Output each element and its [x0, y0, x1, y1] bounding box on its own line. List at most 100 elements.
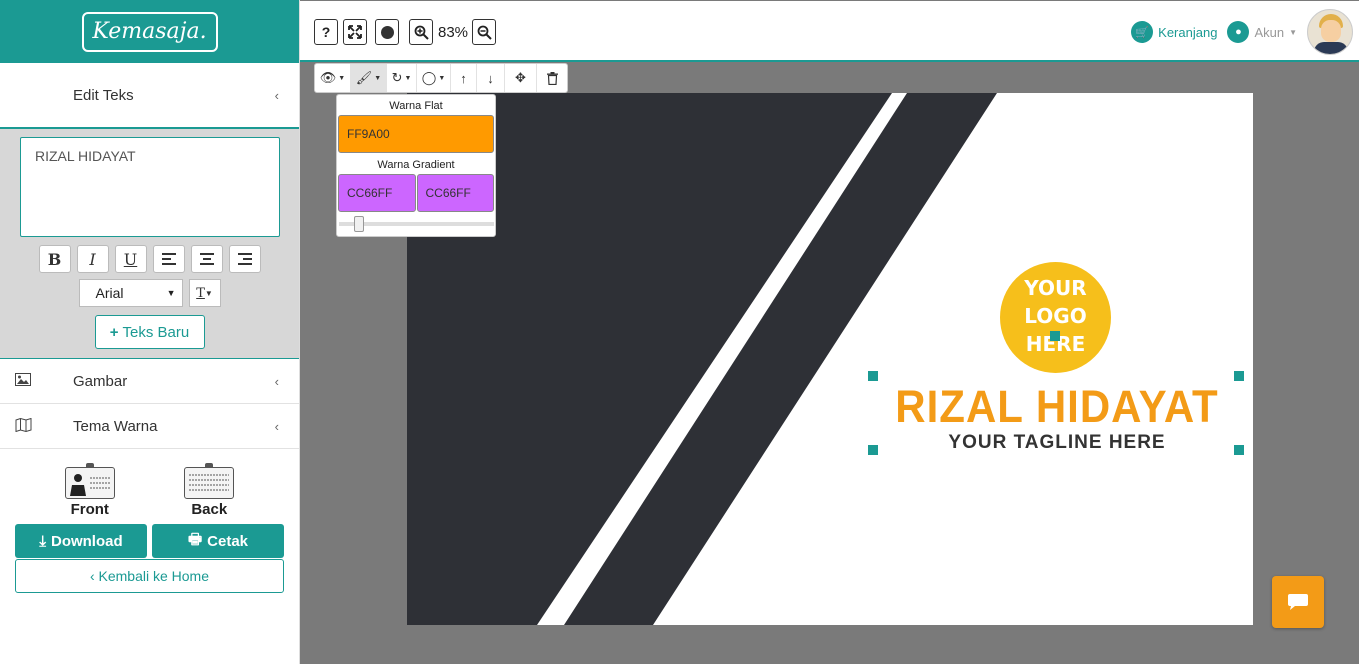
- text-content-textarea[interactable]: RIZAL HIDAYAT: [20, 137, 280, 237]
- card-side-selector: Front Back: [0, 449, 299, 518]
- sidebar-item-label: Gambar: [73, 372, 128, 390]
- fullscreen-button[interactable]: [343, 19, 367, 45]
- id-card-back-icon: [184, 463, 235, 499]
- caret-down-icon: ▼: [438, 74, 446, 82]
- align-center-icon: [199, 253, 214, 265]
- italic-button[interactable]: I: [76, 245, 109, 273]
- image-icon: [15, 373, 31, 389]
- gradient-swatches: CC66FF CC66FF: [338, 174, 494, 212]
- caret-down-icon: ▼: [404, 74, 412, 82]
- name-text-object[interactable]: RIZAL HIDAYAT: [872, 381, 1242, 433]
- caret-down-icon: ▼: [338, 74, 346, 82]
- gradient-color-title: Warna Gradient: [377, 159, 455, 171]
- account-label: Akun: [1254, 24, 1285, 40]
- background-color-button[interactable]: [375, 19, 399, 45]
- zoom-out-button[interactable]: [472, 19, 496, 45]
- text-transform-button[interactable]: T ▼: [188, 279, 221, 307]
- back-to-home-button[interactable]: ‹ Kembali ke Home: [15, 559, 284, 593]
- flat-color-title: Warna Flat: [389, 100, 443, 112]
- expand-icon: [348, 25, 362, 39]
- format-toolbar: B I U: [20, 245, 279, 273]
- new-text-label: Teks Baru: [122, 323, 190, 341]
- send-backward-button[interactable]: ↓: [477, 64, 505, 92]
- user-menu: 🛒 Keranjang ● Akun ▼: [1131, 9, 1353, 55]
- visibility-button[interactable]: 👁 ▼: [315, 64, 351, 92]
- resize-handle[interactable]: [1234, 371, 1244, 381]
- opacity-button[interactable]: ◯ ▼: [417, 64, 451, 92]
- sidebar-item-label: Tema Warna: [73, 417, 158, 435]
- cart-icon: 🛒: [1131, 21, 1154, 43]
- avatar[interactable]: [1307, 9, 1353, 55]
- print-button[interactable]: 🖶 Cetak: [152, 524, 284, 558]
- bring-forward-button[interactable]: ↑: [451, 64, 477, 92]
- text-tool-icon: T: [196, 285, 205, 301]
- design-canvas[interactable]: YOUR LOGO HERE RIZAL HIDAYAT YOUR TAGLIN…: [407, 93, 1253, 625]
- arrow-up-icon: ↑: [460, 70, 467, 86]
- trash-icon: [546, 71, 558, 85]
- resize-handle[interactable]: [868, 445, 878, 455]
- align-right-button[interactable]: [228, 245, 261, 273]
- chevron-left-icon: ‹: [274, 418, 279, 434]
- top-toolbar: ? 83% 🛒 Keranjang ● Akun ▼: [300, 1, 1359, 62]
- zoom-in-button[interactable]: [409, 19, 433, 45]
- chat-button[interactable]: [1272, 576, 1324, 628]
- gradient-end-input[interactable]: CC66FF: [416, 174, 494, 212]
- color-button[interactable]: 🖌 ▼: [351, 64, 387, 92]
- circle-outline-icon: ◯: [421, 70, 437, 85]
- align-left-icon: [161, 253, 176, 265]
- underline-button[interactable]: U: [114, 245, 147, 273]
- background-stripes: [407, 93, 997, 625]
- delete-button[interactable]: [537, 64, 567, 92]
- print-icon: 🖶: [187, 530, 203, 548]
- download-button[interactable]: ⤓ Download: [15, 524, 147, 558]
- resize-handle[interactable]: [868, 371, 878, 381]
- logo-line: YOUR: [1024, 276, 1087, 300]
- align-center-button[interactable]: [190, 245, 223, 273]
- gradient-start-input[interactable]: CC66FF: [338, 174, 416, 212]
- tagline-text-object[interactable]: YOUR TAGLINE HERE: [872, 432, 1242, 454]
- object-toolbar: 👁 ▼ 🖌 ▼ ↻ ▼ ◯ ▼ ↑ ↓ ✥: [314, 63, 568, 93]
- resize-handle[interactable]: [1234, 445, 1244, 455]
- chevron-left-icon: ‹: [274, 87, 279, 103]
- slider-handle[interactable]: [354, 216, 364, 232]
- align-left-button[interactable]: [152, 245, 185, 273]
- arrow-down-icon: ↓: [487, 70, 494, 86]
- edit-text-section-header[interactable]: Edit Teks ‹: [0, 63, 299, 129]
- print-label: Cetak: [207, 532, 249, 550]
- move-icon: ✥: [515, 70, 526, 85]
- move-button[interactable]: ✥: [505, 64, 537, 92]
- kemasaja-logo[interactable]: Kemasaja.: [81, 11, 218, 52]
- new-text-button[interactable]: + Teks Baru: [94, 315, 205, 349]
- account-dropdown[interactable]: ● Akun ▼: [1227, 21, 1297, 43]
- eye-icon: 👁: [319, 70, 337, 85]
- caret-down-icon: ▼: [374, 74, 382, 82]
- logo-placeholder[interactable]: YOUR LOGO HERE: [1000, 262, 1111, 373]
- sidebar-item-gambar[interactable]: Gambar ‹: [0, 359, 299, 404]
- help-button[interactable]: ?: [314, 19, 338, 45]
- zoom-level: 83%: [438, 24, 469, 41]
- brush-icon: 🖌: [355, 70, 373, 85]
- caret-down-icon: ▼: [204, 288, 213, 298]
- caret-down-icon: ▼: [1289, 27, 1297, 37]
- bold-button[interactable]: B: [38, 245, 71, 273]
- align-right-icon: [237, 253, 252, 265]
- zoom-in-icon: [414, 25, 429, 40]
- font-family-select[interactable]: Arial ▼: [78, 279, 183, 307]
- front-card-option[interactable]: Front: [64, 463, 115, 518]
- avatar-suit: [1314, 42, 1348, 54]
- sidebar-item-tema-warna[interactable]: Tema Warna ‹: [0, 404, 299, 449]
- sidebar: Kemasaja. Edit Teks ‹ RIZAL HIDAYAT B I …: [0, 0, 300, 664]
- download-icon: ⤓: [39, 532, 46, 550]
- flat-color-input[interactable]: FF9A00: [338, 115, 494, 153]
- cart-link[interactable]: 🛒 Keranjang: [1131, 21, 1217, 43]
- back-card-option[interactable]: Back: [184, 463, 235, 518]
- id-card-front-icon: [64, 463, 115, 499]
- rotate-handle[interactable]: [1050, 331, 1060, 341]
- color-picker-dropdown: Warna Flat FF9A00 Warna Gradient CC66FF …: [336, 94, 496, 237]
- gradient-slider[interactable]: [339, 216, 494, 232]
- chevron-left-icon: ‹: [274, 373, 279, 389]
- circle-fill-icon: [380, 25, 394, 39]
- brand-header: Kemasaja.: [0, 0, 299, 63]
- rotate-button[interactable]: ↻ ▼: [387, 64, 417, 92]
- logo-line: LOGO: [1024, 304, 1087, 328]
